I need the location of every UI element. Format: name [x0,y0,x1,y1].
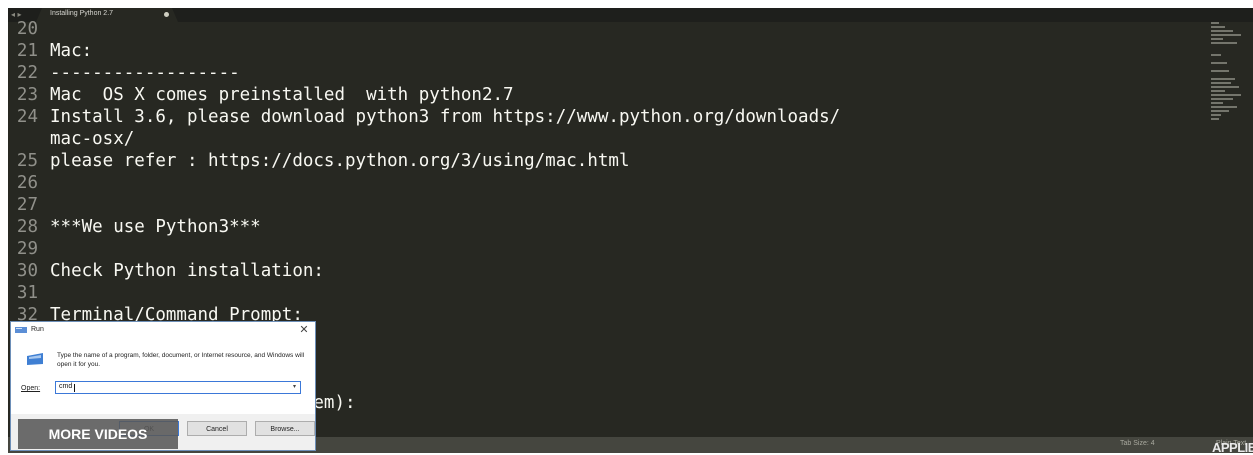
line-number: 23 [16,85,38,105]
close-icon[interactable]: ✕ [297,324,311,336]
code-line[interactable]: 24 Install 3.6, please download python3 f… [8,106,1198,128]
minimap-line [1211,98,1233,100]
minimap-line [1211,30,1233,32]
minimap-line [1211,114,1221,116]
line-text[interactable]: Mac: [50,40,92,62]
minimap-line [1211,86,1239,88]
code-line[interactable]: 23 Mac OS X comes preinstalled with pytho… [8,84,1198,106]
line-number: 31 [16,283,38,303]
minimap-line [1211,82,1231,84]
minimap-line [1211,90,1225,92]
run-title: Run [31,326,44,333]
code-line[interactable]: 20 [8,18,1198,40]
open-input-value[interactable]: cmd [59,383,72,390]
minimap-line [1211,34,1241,36]
browse-button[interactable]: Browse... [255,421,315,436]
run-app-icon [15,327,27,333]
cancel-button[interactable]: Cancel [187,421,247,436]
minimap-line [1211,70,1229,72]
tab-title: Installing Python 2.7 [50,10,114,17]
more-videos-button[interactable]: MORE VIDEOS [18,419,178,449]
line-number: 29 [16,239,38,259]
minimap-line [1211,42,1237,44]
line-text[interactable]: mac-osx/ [50,128,134,150]
minimap-line [1211,106,1237,108]
line-text[interactable]: ------------------ [50,62,240,84]
code-line[interactable]: 31 [8,282,1198,304]
code-line[interactable]: 29 [8,238,1198,260]
minimap-line [1211,118,1219,120]
run-description: Type the name of a program, folder, docu… [57,352,305,368]
run-body: Type the name of a program, folder, docu… [11,338,315,414]
chevron-down-icon[interactable]: ▾ [289,382,300,393]
minimap-line [1211,26,1225,28]
line-number: 24 [16,107,38,127]
minimap[interactable] [1211,22,1249,132]
code-line[interactable]: 26 [8,172,1198,194]
open-input[interactable]: cmd ▾ [55,381,301,394]
line-number: 28 [16,217,38,237]
minimap-line [1211,102,1223,104]
line-number: 21 [16,41,38,61]
minimap-line [1211,54,1221,56]
minimap-line [1211,78,1235,80]
line-text[interactable]: please refer : https://docs.python.org/3… [50,150,629,172]
line-number: 27 [16,195,38,215]
line-text[interactable]: ***We use Python3*** [50,216,261,238]
open-label: Open: [21,385,41,392]
run-icon [27,353,43,365]
minimap-line [1211,22,1219,24]
code-line[interactable]: 25 please refer : https://docs.python.org… [8,150,1198,172]
run-titlebar: Run ✕ [11,322,315,338]
line-number: 26 [16,173,38,193]
code-line[interactable]: 22 ------------------ [8,62,1198,84]
code-line[interactable]: mac-osx/ [8,128,1198,150]
code-line[interactable]: 30 Check Python installation: [8,260,1198,282]
code-line[interactable]: 27 [8,194,1198,216]
text-caret [74,384,75,392]
minimap-line [1211,38,1223,40]
unsaved-dot-icon[interactable] [164,12,169,17]
line-number: 25 [16,151,38,171]
video-frame: ◂ ▸ Installing Python 2.7 20 21 Mac: 22 ----… [0,0,1253,455]
minimap-line [1211,94,1241,96]
line-text[interactable]: Check Python installation: [50,260,324,282]
line-text[interactable]: Mac OS X comes preinstalled with python2… [50,84,514,106]
line-number: 20 [16,19,38,39]
code-line[interactable]: 28 ***We use Python3*** [8,216,1198,238]
line-text[interactable]: Install 3.6, please download python3 fro… [50,106,840,128]
minimap-line [1211,62,1227,64]
status-tab-size[interactable]: Tab Size: 4 [1120,440,1155,447]
line-number: 22 [16,63,38,83]
line-number: 30 [16,261,38,281]
code-line[interactable]: 21 Mac: [8,40,1198,62]
minimap-line [1211,110,1229,112]
